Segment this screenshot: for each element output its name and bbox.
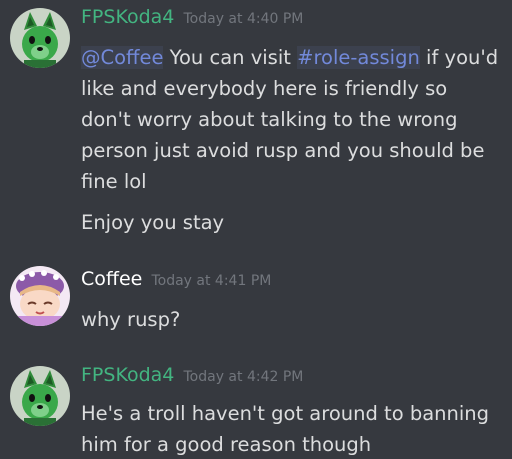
- message-paragraph: @Coffee You can visit #role-assign if yo…: [81, 42, 501, 197]
- message-paragraph: He's a troll haven't got around to banni…: [81, 398, 501, 459]
- message-text: Enjoy you stay: [81, 211, 225, 234]
- message-content: why rusp?: [81, 304, 501, 335]
- username[interactable]: FPSKoda4: [81, 6, 174, 28]
- message-text: He's a troll haven't got around to banni…: [81, 402, 490, 456]
- message: FPSKoda4 Today at 4:40 PM @Coffee You ca…: [0, 0, 512, 250]
- username[interactable]: Coffee: [81, 268, 142, 290]
- avatar[interactable]: [10, 366, 70, 426]
- anime-character-avatar-icon: [10, 266, 70, 326]
- message-header: Coffee Today at 4:41 PM: [81, 268, 271, 290]
- message-header: FPSKoda4 Today at 4:42 PM: [81, 364, 303, 386]
- timestamp: Today at 4:42 PM: [183, 369, 304, 385]
- green-wolf-avatar-icon: [10, 8, 70, 68]
- timestamp: Today at 4:41 PM: [151, 273, 272, 289]
- message-text: why rusp?: [81, 308, 181, 331]
- message-header: FPSKoda4 Today at 4:40 PM: [81, 6, 303, 28]
- username[interactable]: FPSKoda4: [81, 364, 174, 386]
- green-wolf-avatar-icon: [10, 366, 70, 426]
- avatar[interactable]: [10, 8, 70, 68]
- avatar[interactable]: [10, 266, 70, 326]
- message-paragraph: why rusp?: [81, 304, 501, 335]
- message: Coffee Today at 4:41 PM why rusp?: [0, 262, 512, 342]
- timestamp: Today at 4:40 PM: [183, 11, 304, 27]
- message-content: He's a troll haven't got around to banni…: [81, 398, 501, 459]
- user-mention[interactable]: @Coffee: [81, 46, 164, 69]
- message-paragraph: Enjoy you stay: [81, 207, 501, 238]
- channel-link[interactable]: #role-assign: [297, 46, 420, 69]
- message: FPSKoda4 Today at 4:42 PM He's a troll h…: [0, 360, 512, 459]
- chat-messages: FPSKoda4 Today at 4:40 PM @Coffee You ca…: [0, 0, 512, 459]
- message-text: You can visit: [163, 46, 298, 69]
- message-content: @Coffee You can visit #role-assign if yo…: [81, 42, 501, 238]
